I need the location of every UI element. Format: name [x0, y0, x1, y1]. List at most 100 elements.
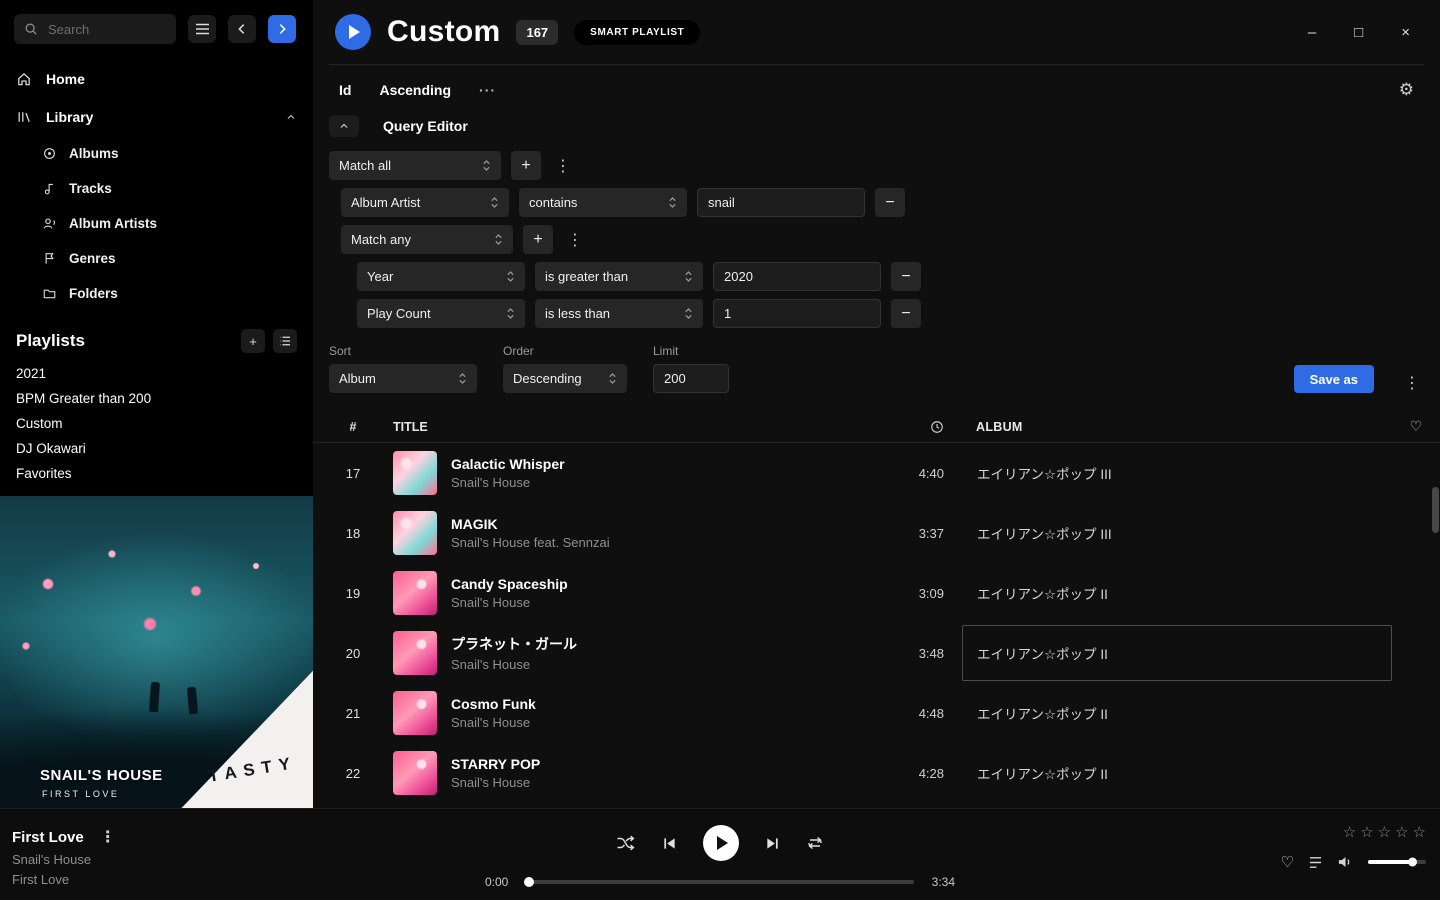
previous-button[interactable]	[662, 836, 677, 851]
play-pause-button[interactable]	[703, 825, 739, 861]
sidebar-item-genres[interactable]: Genres	[0, 241, 313, 276]
seek-slider[interactable]	[526, 880, 913, 884]
column-album[interactable]: ALBUM	[962, 420, 1392, 434]
volume-slider[interactable]	[1368, 860, 1426, 864]
search-input[interactable]	[46, 21, 166, 38]
match-type-select[interactable]: Match all	[329, 151, 501, 180]
add-rule-button[interactable]: +	[511, 151, 541, 180]
order-select[interactable]: Descending	[503, 364, 627, 393]
track-row[interactable]: 20 プラネット・ガール Snail's House 3:48 エイリアン☆ポッ…	[313, 623, 1440, 683]
rule-operator-select[interactable]: is less than	[535, 299, 703, 328]
sidebar-item-tracks[interactable]: Tracks	[0, 171, 313, 206]
column-index[interactable]: #	[313, 420, 393, 434]
sort-direction-button[interactable]: Ascending	[379, 82, 451, 98]
now-playing-album-art[interactable]: SNAIL'S HOUSE FIRST LOVE TASTY	[0, 496, 313, 808]
play-playlist-button[interactable]	[335, 14, 371, 50]
playlist-item[interactable]: Custom	[0, 411, 313, 436]
hamburger-icon	[195, 23, 210, 35]
chevron-up-icon[interactable]	[285, 111, 297, 123]
minimize-button[interactable]: –	[1308, 24, 1316, 41]
sort-field-button[interactable]: Id	[339, 82, 351, 98]
remove-rule-button[interactable]: −	[891, 299, 921, 328]
star-icon[interactable]: ☆	[1343, 823, 1356, 841]
rule-value-input[interactable]	[713, 262, 881, 291]
track-options-icon[interactable]: ⋮	[96, 827, 120, 847]
nav-label: Albums	[69, 146, 119, 161]
menu-button[interactable]	[188, 15, 216, 43]
sort-select[interactable]: Album	[329, 364, 477, 393]
playlist-item[interactable]: Favorites	[0, 461, 313, 486]
sidebar-item-library[interactable]: Library	[0, 98, 313, 136]
track-album[interactable]: エイリアン☆ポップ II	[962, 565, 1392, 621]
player-right-controls: ☆ ☆ ☆ ☆ ☆ ♡	[1281, 809, 1440, 900]
search-box[interactable]	[14, 14, 176, 44]
rule-value-input[interactable]	[697, 188, 865, 217]
select-chevrons-icon	[458, 372, 467, 385]
star-icon[interactable]: ☆	[1395, 823, 1408, 841]
rule-operator-select[interactable]: contains	[519, 188, 687, 217]
track-album-focused[interactable]: エイリアン☆ポップ II	[962, 625, 1392, 681]
track-row[interactable]: 18 MAGIK Snail's House feat. Sennzai 3:3…	[313, 503, 1440, 563]
scrollbar-thumb[interactable]	[1432, 487, 1439, 533]
track-row[interactable]: 19 Candy Spaceship Snail's House 3:09 エイ…	[313, 563, 1440, 623]
now-playing-artist[interactable]: Snail's House	[12, 852, 330, 867]
collapse-query-editor-button[interactable]	[329, 115, 359, 137]
forward-button[interactable]	[268, 15, 296, 43]
shuffle-button[interactable]	[616, 835, 636, 851]
star-icon[interactable]: ☆	[1378, 823, 1391, 841]
remove-rule-button[interactable]: −	[891, 262, 921, 291]
rule-value-input[interactable]	[713, 299, 881, 328]
group-options-icon[interactable]: ⋮	[563, 230, 587, 250]
add-playlist-button[interactable]: +	[241, 329, 265, 353]
gear-icon[interactable]: ⚙	[1399, 80, 1414, 100]
select-value: is less than	[545, 306, 610, 321]
volume-icon[interactable]	[1337, 855, 1354, 869]
save-as-button[interactable]: Save as	[1294, 365, 1374, 393]
album-art-figure	[187, 687, 198, 715]
sidebar-nav: Home Library Albums	[0, 54, 313, 311]
match-type-select[interactable]: Match any	[341, 225, 513, 254]
playlist-item[interactable]: BPM Greater than 200	[0, 386, 313, 411]
track-album[interactable]: エイリアン☆ポップ III	[962, 445, 1392, 501]
sidebar-item-albums[interactable]: Albums	[0, 136, 313, 171]
sidebar-item-album-artists[interactable]: Album Artists	[0, 206, 313, 241]
column-duration[interactable]	[872, 420, 962, 434]
back-button[interactable]	[228, 15, 256, 43]
track-album[interactable]: エイリアン☆ポップ II	[962, 685, 1392, 741]
star-icon[interactable]: ☆	[1413, 823, 1426, 841]
playlist-item[interactable]: 2021	[0, 361, 313, 386]
column-title[interactable]: TITLE	[393, 420, 872, 434]
select-value: Album	[339, 371, 376, 386]
select-value: Descending	[513, 371, 582, 386]
queue-button[interactable]	[1308, 856, 1323, 869]
remove-rule-button[interactable]: −	[875, 188, 905, 217]
maximize-button[interactable]: □	[1354, 24, 1363, 41]
group-options-icon[interactable]: ⋮	[551, 156, 575, 176]
rule-field-select[interactable]: Year	[357, 262, 525, 291]
track-row[interactable]: 21 Cosmo Funk Snail's House 4:48 エイリアン☆ポ…	[313, 683, 1440, 743]
sidebar-item-home[interactable]: Home	[0, 60, 313, 98]
now-playing-album[interactable]: First Love	[12, 872, 330, 887]
rule-field-select[interactable]: Play Count	[357, 299, 525, 328]
playlist-item[interactable]: DJ Okawari	[0, 436, 313, 461]
more-options-icon[interactable]: ···	[479, 82, 496, 98]
close-button[interactable]: ×	[1401, 24, 1410, 41]
rule-field-select[interactable]: Album Artist	[341, 188, 509, 217]
limit-input[interactable]	[653, 364, 729, 393]
track-album[interactable]: エイリアン☆ポップ III	[962, 505, 1392, 561]
now-playing-title[interactable]: First Love	[12, 829, 84, 846]
repeat-button[interactable]	[806, 835, 824, 851]
star-icon[interactable]: ☆	[1360, 823, 1373, 841]
favorite-button[interactable]: ♡	[1281, 853, 1294, 871]
track-row[interactable]: 17 Galactic Whisper Snail's House 4:40 エ…	[313, 443, 1440, 503]
column-favorite[interactable]: ♡	[1392, 418, 1440, 435]
add-rule-button[interactable]: +	[523, 225, 553, 254]
next-button[interactable]	[765, 836, 780, 851]
save-options-icon[interactable]: ⋮	[1400, 373, 1424, 393]
track-album[interactable]: エイリアン☆ポップ II	[962, 745, 1392, 801]
sidebar-item-folders[interactable]: Folders	[0, 276, 313, 311]
track-row[interactable]: 22 STARRY POP Snail's House 4:28 エイリアン☆ポ…	[313, 743, 1440, 803]
playlist-list-button[interactable]	[273, 329, 297, 353]
select-value: Play Count	[367, 306, 431, 321]
rule-operator-select[interactable]: is greater than	[535, 262, 703, 291]
